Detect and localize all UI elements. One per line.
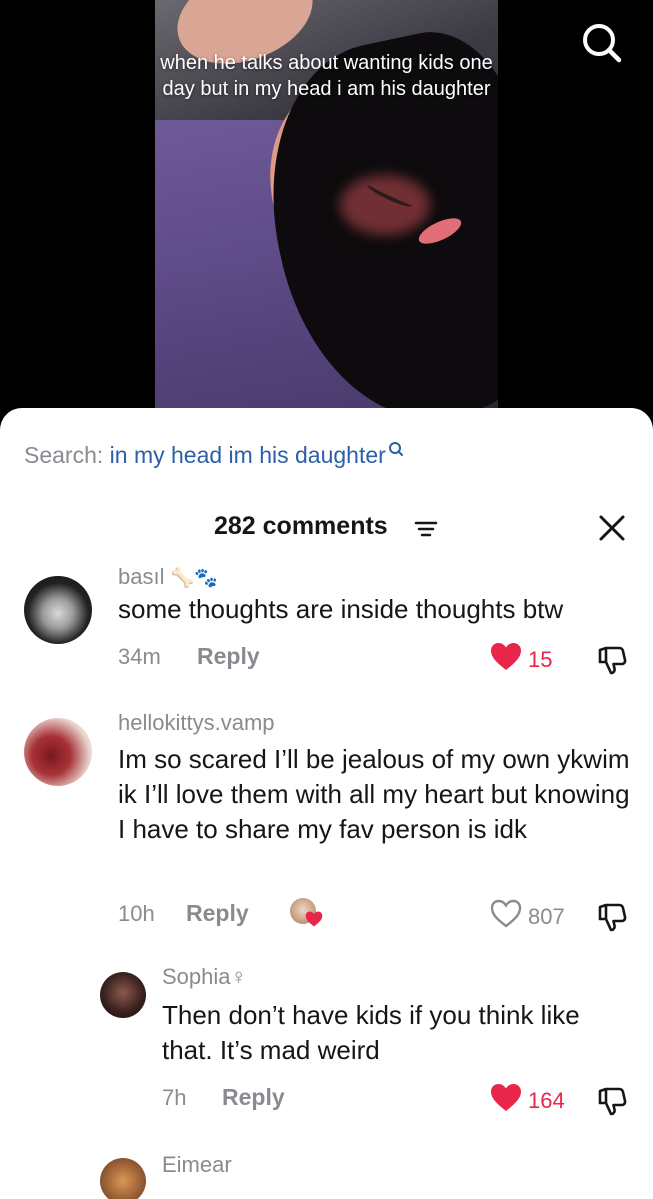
username-emoji: 🦴🐾 xyxy=(170,568,218,589)
heart-small-icon xyxy=(305,911,323,927)
like-button[interactable]: 164 xyxy=(490,1083,565,1118)
comment-time: 34m xyxy=(118,644,161,669)
comment-text: Im so scared I’ll be jealous of my own y… xyxy=(118,744,630,844)
avatar[interactable] xyxy=(100,972,146,1018)
comment-text: some thoughts are inside thoughts btw xyxy=(118,594,564,624)
creator-liked-badge xyxy=(290,898,326,930)
comment-username[interactable]: Eimear xyxy=(162,1152,232,1178)
avatar[interactable] xyxy=(100,1158,146,1199)
search-label: Search: xyxy=(24,442,104,468)
comment-time: 10h xyxy=(118,901,155,926)
comment-username[interactable]: Sophia♀ xyxy=(162,964,247,990)
comment-text: Then don’t have kids if you think like t… xyxy=(162,1000,580,1065)
search-small-icon xyxy=(388,436,404,466)
reply-button[interactable]: Reply xyxy=(186,900,249,927)
search-query-link[interactable]: in my head im his daughter xyxy=(110,442,386,468)
reply-button[interactable]: Reply xyxy=(197,643,260,670)
like-count: 164 xyxy=(528,1087,565,1113)
dislike-icon[interactable] xyxy=(596,901,628,933)
like-count: 15 xyxy=(528,646,553,672)
heart-filled-icon xyxy=(490,1083,522,1118)
heart-outline-icon xyxy=(490,899,522,934)
video-caption: when he talks about wanting kids one day… xyxy=(160,52,493,100)
avatar[interactable] xyxy=(24,718,92,786)
avatar[interactable] xyxy=(24,576,92,644)
video-player[interactable]: when he talks about wanting kids one day… xyxy=(0,0,653,420)
comment-username[interactable]: hellokittys.vamp xyxy=(118,710,275,736)
close-icon[interactable] xyxy=(596,512,628,544)
like-count: 807 xyxy=(528,903,565,929)
comment-count: 282 comments xyxy=(214,512,388,540)
dislike-icon[interactable] xyxy=(596,644,628,676)
comment-time: 7h xyxy=(162,1085,187,1110)
video-cheek xyxy=(340,175,430,235)
heart-filled-icon xyxy=(490,642,522,677)
reply-button[interactable]: Reply xyxy=(222,1084,285,1111)
search-suggestion[interactable]: Search: in my head im his daughter xyxy=(24,440,404,470)
like-button[interactable]: 807 xyxy=(490,899,565,934)
username-text: basıl xyxy=(118,564,165,589)
comment-username[interactable]: basıl 🦴🐾 xyxy=(118,564,218,592)
dislike-icon[interactable] xyxy=(596,1085,628,1117)
search-icon[interactable] xyxy=(578,20,626,68)
like-button[interactable]: 15 xyxy=(490,642,552,677)
filter-icon[interactable] xyxy=(414,520,438,543)
comments-sheet: Search: in my head im his daughter 282 c… xyxy=(0,408,653,1199)
comments-header: 282 comments xyxy=(0,508,653,548)
